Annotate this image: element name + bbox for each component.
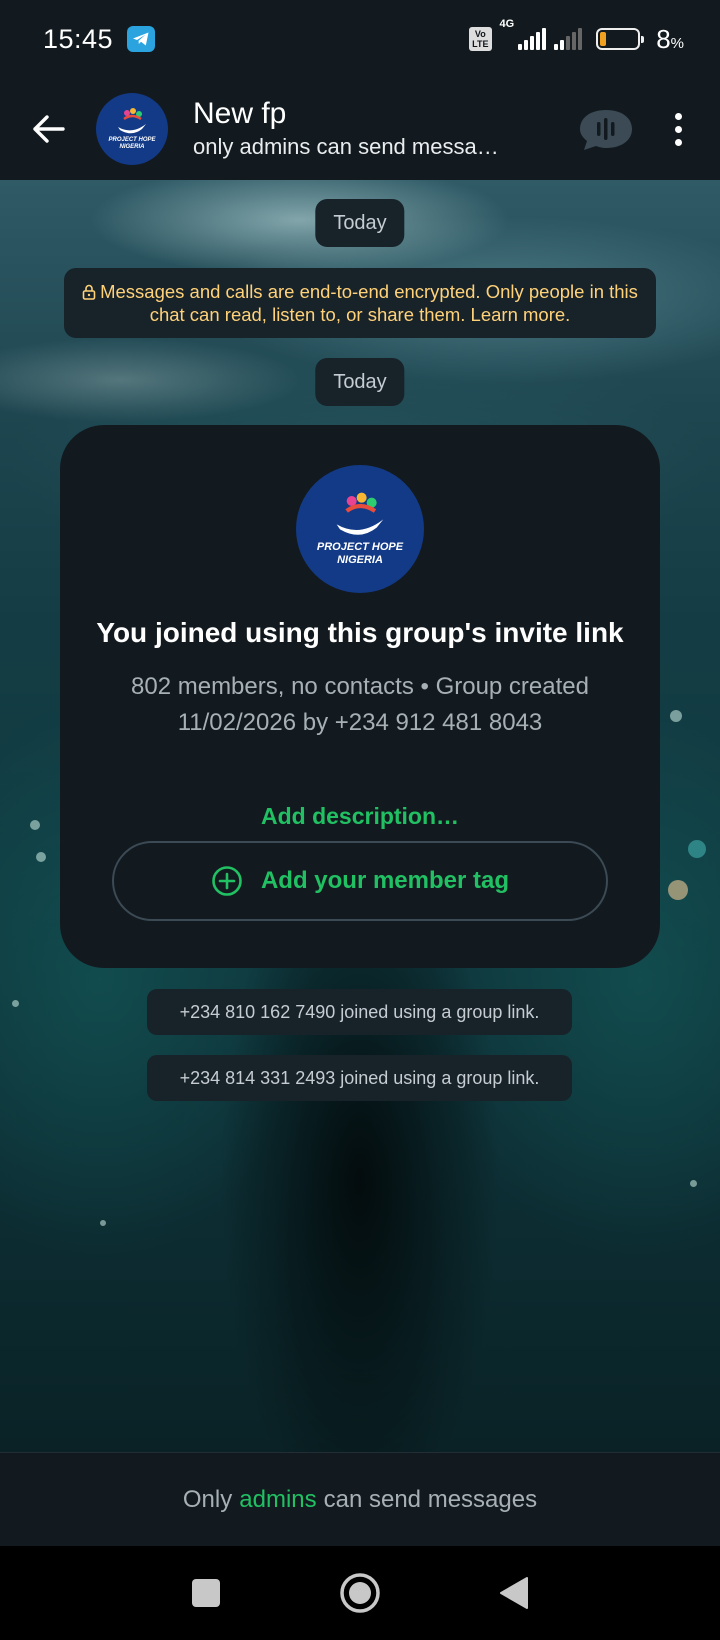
more-vert-icon — [674, 112, 682, 120]
chat-title: New fp — [193, 97, 287, 130]
network-type: 4G — [499, 17, 515, 30]
volte-icon: Vo LTE — [469, 27, 492, 51]
project-hope-logo — [118, 108, 146, 134]
group-card-title: You joined using this group's invite lin… — [96, 617, 624, 648]
status-icons: Vo LTE 4G 8% — [469, 18, 684, 55]
arrow-left-icon — [33, 115, 65, 143]
battery-icon — [596, 28, 645, 50]
status-time: 15:45 — [43, 23, 114, 54]
voice-chat-icon — [580, 110, 632, 150]
back-button[interactable] — [0, 78, 96, 180]
chat-title-block[interactable]: New fp only admins can send messa… — [193, 96, 533, 162]
add-circle-icon — [212, 866, 242, 896]
date-chip: Today — [315, 199, 405, 247]
date-chip: Today — [315, 358, 405, 406]
admins-only-footer: Only admins can send messages — [0, 1452, 720, 1546]
chat-screen: 15:45 Vo LTE 4G 8% PROJECT HOPE NIGERIA … — [0, 0, 720, 1640]
footer-prefix: Only — [182, 1485, 233, 1513]
telegram-icon — [127, 26, 156, 52]
home-circle-icon — [340, 1573, 380, 1613]
project-hope-logo — [336, 492, 384, 535]
add-member-tag-button[interactable]: Add your member tag — [112, 841, 608, 921]
group-card-avatar[interactable]: PROJECT HOPE NIGERIA — [296, 465, 424, 593]
footer-suffix: can send messages — [323, 1485, 538, 1513]
battery-percent: 8% — [656, 23, 684, 54]
system-message: +234 810 162 7490 joined using a group l… — [147, 989, 572, 1035]
system-navigation-bar — [0, 1546, 720, 1640]
group-card-info: 802 members, no contacts • Group created… — [131, 673, 589, 736]
voice-chat-button[interactable] — [570, 100, 642, 158]
add-member-tag-label: Add your member tag — [260, 867, 510, 894]
system-message: +234 814 331 2493 joined using a group l… — [147, 1055, 572, 1101]
encryption-notice[interactable]: Messages and calls are end-to-end encryp… — [64, 268, 656, 338]
admins-link[interactable]: admins — [239, 1486, 316, 1514]
add-description-link[interactable]: Add description… — [60, 803, 660, 830]
card-avatar-caption: PROJECT HOPE NIGERIA — [316, 541, 404, 566]
signal-icon-secondary — [554, 28, 583, 50]
home-button[interactable] — [338, 1571, 382, 1615]
chat-header: PROJECT HOPE NIGERIA New fp only admins … — [0, 78, 720, 180]
recents-button[interactable] — [184, 1571, 228, 1615]
back-nav-button[interactable] — [492, 1571, 536, 1615]
more-options-button[interactable] — [656, 100, 700, 158]
triangle-back-icon — [500, 1577, 528, 1609]
group-avatar[interactable]: PROJECT HOPE NIGERIA — [96, 93, 168, 165]
lock-icon — [82, 284, 96, 300]
chat-subtitle: only admins can send messa… — [193, 134, 499, 159]
group-info-card: PROJECT HOPE NIGERIA You joined using th… — [60, 425, 660, 968]
avatar-caption: PROJECT HOPE NIGERIA — [108, 137, 156, 150]
encryption-notice-text: Messages and calls are end-to-end encryp… — [100, 281, 638, 325]
signal-icon — [518, 28, 547, 50]
square-icon — [192, 1579, 220, 1607]
status-bar: 15:45 Vo LTE 4G 8% — [0, 0, 720, 78]
battery-level — [600, 32, 607, 46]
